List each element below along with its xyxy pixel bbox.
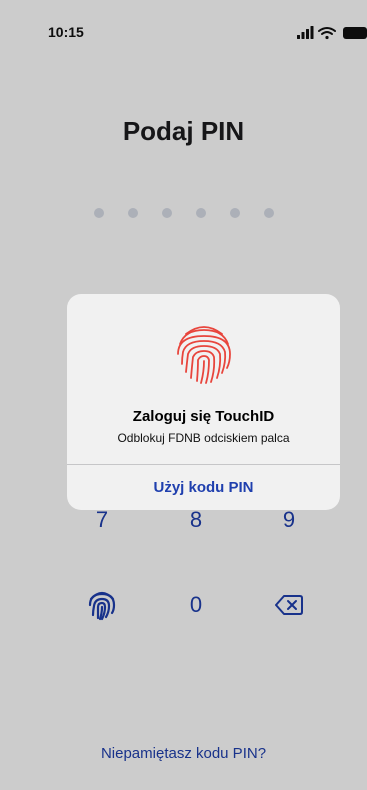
use-pin-button[interactable]: Użyj kodu PIN <box>67 465 340 510</box>
fingerprint-icon <box>171 320 237 386</box>
pin-screen: 10:15 Podaj PIN 7 8 9 0 Niepamiętasz kod… <box>0 0 367 790</box>
alert-subtitle: Odblokuj FDNB odciskiem palca <box>117 431 290 445</box>
alert-title: Zaloguj się TouchID <box>132 408 275 425</box>
touchid-alert: Zaloguj się TouchID Odblokuj FDNB odcisk… <box>67 294 340 510</box>
